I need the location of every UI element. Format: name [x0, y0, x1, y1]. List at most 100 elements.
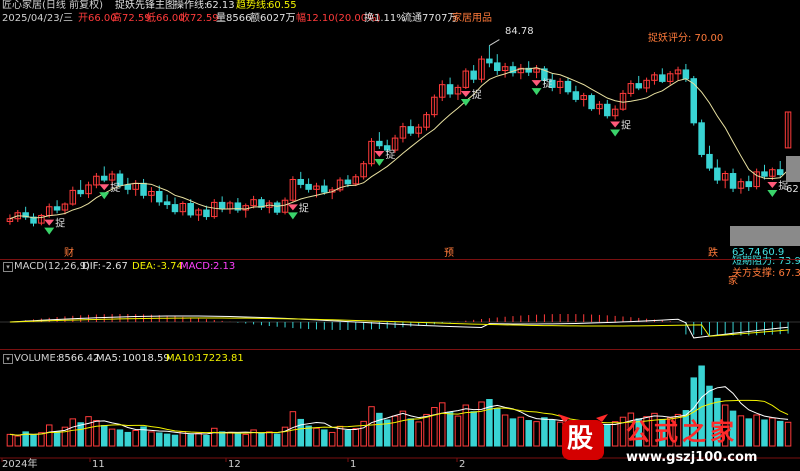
catch-signal-icon	[374, 158, 385, 166]
catch-label: 捉	[299, 201, 309, 214]
volume-bar	[171, 434, 179, 447]
catch-signal-icon	[44, 227, 55, 235]
volume-bar	[470, 411, 477, 447]
candle-body	[776, 169, 784, 176]
catch-arrow-icon	[767, 182, 778, 189]
volume-bar	[407, 418, 415, 447]
volume-title[interactable]: VOLUME:	[14, 353, 59, 365]
volume-bar	[431, 407, 438, 447]
volume-bar	[93, 420, 100, 447]
volume-bar	[454, 415, 462, 447]
volume-bar	[423, 413, 430, 447]
candle-body	[564, 80, 572, 93]
candle-body	[635, 83, 642, 89]
x-axis-year: 2024年	[2, 459, 38, 470]
catch-arrow-icon	[287, 204, 298, 211]
watermark-logo: 股	[567, 424, 594, 454]
volume-bar	[517, 416, 525, 447]
catch-signal-icon	[460, 99, 471, 107]
volume-bar	[38, 432, 45, 447]
catch-arrow-icon	[374, 150, 385, 157]
candle-body	[297, 179, 305, 185]
volume-bar	[313, 427, 320, 447]
catch-arrow-icon	[610, 121, 621, 128]
panel-divider-volume[interactable]	[0, 349, 800, 350]
volume-bar	[53, 431, 61, 447]
ma10-label: MA10:	[166, 353, 198, 364]
volume-bar	[156, 432, 163, 447]
macd-title[interactable]: MACD(12,26,9)	[14, 261, 90, 273]
volume-bar	[234, 433, 242, 447]
candle-body	[77, 189, 84, 195]
volume-bar	[124, 431, 132, 447]
catch-label: 捉	[543, 77, 553, 90]
dea-label: DEA:	[132, 261, 157, 272]
catch-score: 捉妖评分: 70.00	[648, 33, 724, 44]
watermark: 股 公式之家 www.gszj100.com	[556, 412, 800, 471]
volume-bar	[258, 432, 265, 447]
ma5-label: MA5:	[96, 353, 122, 364]
candle-body	[187, 202, 194, 216]
candle-body	[407, 126, 415, 134]
candle-body	[761, 171, 768, 177]
volume-bar	[297, 418, 305, 447]
catch-label: 捉	[472, 88, 482, 101]
volume-bar	[376, 412, 383, 447]
candle-body	[470, 70, 477, 80]
candle-body	[321, 185, 328, 193]
candle-body	[100, 175, 108, 181]
candle-body	[486, 58, 493, 64]
trend-line	[9, 67, 789, 220]
event-jia[interactable]: 家	[728, 276, 738, 288]
volume-bar	[549, 419, 556, 447]
volume-bar	[462, 404, 470, 447]
volume-bar	[344, 429, 352, 447]
volume-bar	[328, 431, 336, 447]
volume-bar	[305, 425, 312, 447]
catch-arrow-icon	[99, 184, 110, 191]
candle-body	[305, 183, 312, 190]
price-chart[interactable]: 捉捉捉捉捉捉捉捉	[0, 0, 800, 471]
candle-body	[376, 140, 383, 147]
volume-bar	[6, 433, 14, 447]
volume-bar	[163, 433, 171, 447]
volume-bar	[321, 429, 328, 447]
volume-bar	[148, 431, 155, 447]
panel-divider-macd[interactable]	[0, 259, 800, 260]
volume-bar	[368, 406, 375, 447]
candle-body	[156, 191, 163, 203]
candle-body	[729, 173, 737, 189]
price-band-lower	[730, 226, 800, 246]
volume-bar	[391, 415, 399, 447]
catch-signal-icon	[610, 129, 621, 137]
volume-toggle-icon[interactable]: ▾	[3, 354, 13, 364]
candle-body	[659, 74, 666, 82]
macd-toggle-icon[interactable]: ▾	[3, 262, 13, 272]
candle-body	[588, 95, 595, 110]
x-axis-month-12: 12	[228, 459, 241, 470]
volume-bar	[187, 434, 194, 447]
candle-body	[124, 184, 132, 190]
volume-bar	[541, 417, 548, 447]
volume-bar	[77, 422, 84, 447]
catch-signal-icon	[767, 190, 778, 198]
x-axis-month-11: 11	[92, 459, 105, 470]
volume-bar	[100, 425, 108, 447]
last-price-mark: 62	[786, 184, 799, 195]
volume-bar	[195, 432, 202, 447]
volume-bar	[415, 421, 422, 447]
volume-bar	[273, 433, 281, 447]
macd-dea-line	[9, 317, 789, 337]
catch-arrow-icon	[460, 91, 471, 98]
volume-bar	[533, 421, 540, 447]
candle-body	[572, 91, 580, 100]
candle-body	[203, 209, 210, 218]
candle-body	[745, 181, 753, 188]
peak-price-label: 84.78	[505, 26, 534, 37]
volume-bar	[493, 408, 501, 447]
volume-bar	[108, 428, 116, 447]
volume-bar	[85, 416, 92, 447]
volume-bar	[399, 410, 407, 447]
dif-label: DIF:	[82, 261, 101, 272]
candle-body	[218, 201, 226, 210]
